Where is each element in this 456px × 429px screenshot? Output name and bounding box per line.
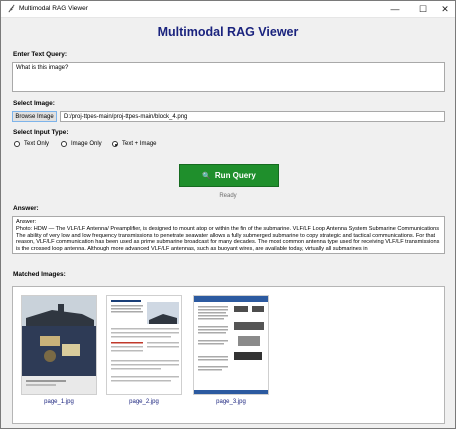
radio-label: Image Only	[71, 141, 102, 147]
answer-text: Answer: Photo: HDW — The VLF/LF Antenna/…	[16, 219, 440, 253]
answer-textarea[interactable]: Answer: Photo: HDW — The VLF/LF Antenna/…	[12, 216, 445, 254]
radio-text-only[interactable]: Text Only	[14, 141, 49, 147]
radio-circle	[61, 141, 67, 147]
input-type-label: Select Input Type:	[13, 129, 69, 136]
feather-icon	[8, 4, 15, 13]
main-panel: Multimodal RAG Viewer Enter Text Query: …	[1, 18, 455, 428]
thumbnail-caption: page_3.jpg	[216, 399, 246, 405]
radio-circle-selected	[112, 141, 118, 147]
maximize-button[interactable]: ☐	[411, 1, 435, 17]
matched-image-thumbnail[interactable]	[106, 295, 182, 395]
query-label: Enter Text Query:	[13, 51, 68, 58]
app-window: Multimodal RAG Viewer — ☐ ✕ Multimodal R…	[0, 0, 456, 429]
thumbnail-caption: page_1.jpg	[44, 399, 74, 405]
matched-image-thumbnail[interactable]	[21, 295, 97, 395]
radio-image-only[interactable]: Image Only	[61, 141, 102, 147]
radio-text-image[interactable]: Text + Image	[112, 141, 157, 147]
query-input[interactable]: What is this image?	[12, 62, 445, 92]
matched-images-gallery: page_1.jpg page_2.jpg page_3.jpg	[12, 286, 445, 424]
search-icon: 🔍	[202, 172, 211, 180]
thumbnail-caption: page_2.jpg	[129, 399, 159, 405]
radio-label: Text Only	[24, 141, 50, 147]
matched-image-thumbnail[interactable]	[193, 295, 269, 395]
browse-image-button[interactable]: Browse Image	[12, 111, 57, 122]
answer-label: Answer:	[13, 205, 39, 212]
radio-label: Text + Image	[122, 141, 157, 147]
image-label: Select Image:	[13, 100, 55, 107]
page-image	[22, 296, 96, 394]
radio-circle	[14, 141, 20, 147]
close-button[interactable]: ✕	[433, 1, 455, 17]
run-query-button[interactable]: 🔍 Run Query	[179, 164, 279, 187]
window-title: Multimodal RAG Viewer	[19, 5, 88, 12]
matched-images-label: Matched Images:	[13, 271, 66, 278]
page-title: Multimodal RAG Viewer	[157, 25, 299, 39]
page-image	[194, 296, 268, 394]
run-query-label: Run Query	[214, 171, 256, 180]
status-text: Ready	[219, 193, 237, 199]
title-bar: Multimodal RAG Viewer — ☐ ✕	[1, 1, 455, 18]
page-image	[107, 296, 181, 394]
image-path-field[interactable]: D:/proj-ttpes-main/proj-ttpes-main/block…	[60, 111, 445, 122]
minimize-button[interactable]: —	[383, 1, 407, 17]
